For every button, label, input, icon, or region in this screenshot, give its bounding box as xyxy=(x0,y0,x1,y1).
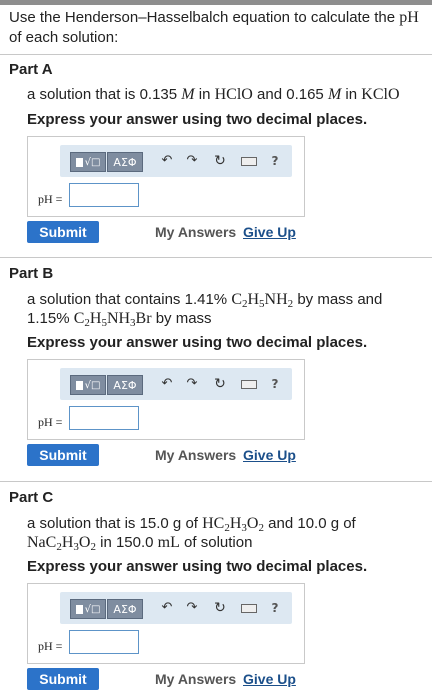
reset-icon[interactable]: ↻ xyxy=(212,600,228,616)
divider xyxy=(0,54,432,55)
my-answers-link[interactable]: My Answers xyxy=(155,224,236,240)
math-toolbar: √□ ΑΣΦ ↶ ↷ ↻ ? xyxy=(60,145,292,177)
ph-label: pH = xyxy=(38,639,63,653)
reset-icon[interactable]: ↻ xyxy=(212,153,228,169)
undo-icon[interactable]: ↶ xyxy=(159,153,175,169)
keyboard-icon[interactable] xyxy=(241,600,259,616)
greek-symbols-button[interactable]: ΑΣΦ xyxy=(107,152,143,172)
math-toolbar: √□ ΑΣΦ ↶ ↷ ↻ ? xyxy=(60,592,292,624)
help-icon[interactable]: ? xyxy=(267,600,283,616)
reset-icon[interactable]: ↻ xyxy=(212,376,228,392)
keyboard-icon[interactable] xyxy=(241,376,259,392)
ph-input[interactable] xyxy=(69,183,139,207)
my-answers-link[interactable]: My Answers xyxy=(155,447,236,463)
give-up-link[interactable]: Give Up xyxy=(243,671,296,687)
greek-symbols-button[interactable]: ΑΣΦ xyxy=(107,375,143,395)
redo-icon[interactable]: ↷ xyxy=(184,600,200,616)
part-a-answer-box: √□ ΑΣΦ ↶ ↷ ↻ ? pH = xyxy=(27,136,305,217)
part-c-answer-box: √□ ΑΣΦ ↶ ↷ ↻ ? pH = xyxy=(27,583,305,664)
divider xyxy=(0,257,432,258)
help-icon[interactable]: ? xyxy=(267,153,283,169)
ph-label: pH = xyxy=(38,192,63,206)
divider xyxy=(0,481,432,482)
submit-button[interactable]: Submit xyxy=(27,221,99,243)
give-up-link[interactable]: Give Up xyxy=(243,224,296,240)
give-up-link[interactable]: Give Up xyxy=(243,447,296,463)
undo-icon[interactable]: ↶ xyxy=(159,600,175,616)
templates-button[interactable]: √□ xyxy=(70,599,106,619)
undo-icon[interactable]: ↶ xyxy=(159,376,175,392)
templates-button[interactable]: √□ xyxy=(70,152,106,172)
templates-button[interactable]: √□ xyxy=(70,375,106,395)
keyboard-icon[interactable] xyxy=(241,153,259,169)
greek-symbols-button[interactable]: ΑΣΦ xyxy=(107,599,143,619)
part-c-title: Part C xyxy=(9,489,54,506)
instructions-intro: Use the Henderson–Hasselbalch equation t… xyxy=(9,9,419,46)
submit-button[interactable]: Submit xyxy=(27,668,99,690)
math-toolbar: √□ ΑΣΦ ↶ ↷ ↻ ? xyxy=(60,368,292,400)
part-a-instruction: Express your answer using two decimal pl… xyxy=(27,111,368,128)
my-answers-link[interactable]: My Answers xyxy=(155,671,236,687)
part-c-question: a solution that is 15.0 g of HC2H3O2 and… xyxy=(27,515,356,553)
submit-button[interactable]: Submit xyxy=(27,444,99,466)
ph-input[interactable] xyxy=(69,406,139,430)
part-b-question: a solution that contains 1.41% C2H5NH2 b… xyxy=(27,291,383,329)
help-icon[interactable]: ? xyxy=(267,376,283,392)
ph-label: pH = xyxy=(38,415,63,429)
top-border xyxy=(0,0,432,5)
part-c-instruction: Express your answer using two decimal pl… xyxy=(27,558,368,575)
redo-icon[interactable]: ↷ xyxy=(184,376,200,392)
redo-icon[interactable]: ↷ xyxy=(184,153,200,169)
ph-input[interactable] xyxy=(69,630,139,654)
part-b-instruction: Express your answer using two decimal pl… xyxy=(27,334,368,351)
part-a-title: Part A xyxy=(9,61,53,78)
part-b-title: Part B xyxy=(9,265,54,282)
part-a-question: a solution that is 0.135 M in HClO and 0… xyxy=(27,86,400,103)
part-b-answer-box: √□ ΑΣΦ ↶ ↷ ↻ ? pH = xyxy=(27,359,305,440)
